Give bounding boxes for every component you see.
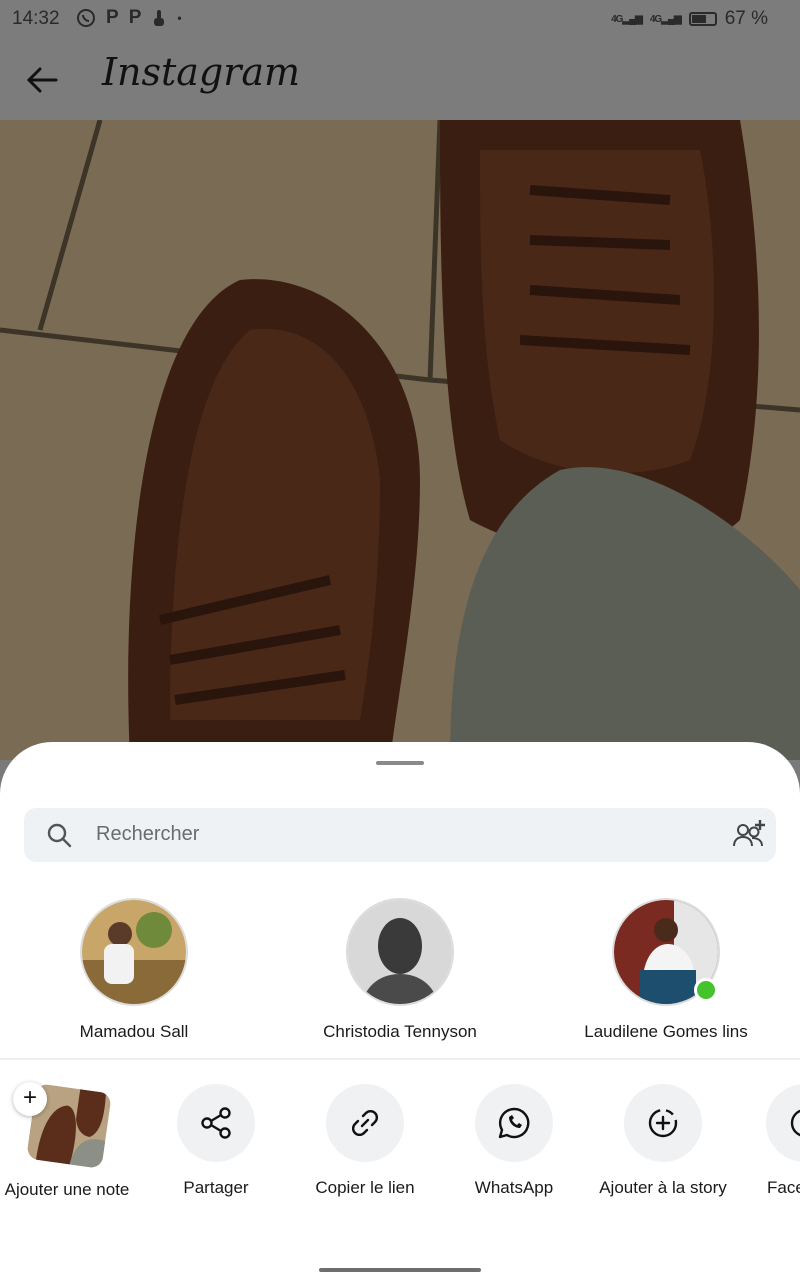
- add-to-story-button[interactable]: Ajouter à la story: [588, 1084, 738, 1198]
- plus-icon: +: [13, 1082, 47, 1116]
- search-icon: [47, 823, 72, 848]
- avatar: [612, 898, 720, 1006]
- app-header: Instagram: [0, 38, 800, 120]
- p-icon: P: [128, 7, 142, 28]
- action-label: Partager: [183, 1178, 249, 1197]
- action-label: Ajouter une note: [4, 1180, 130, 1199]
- whatsapp-icon: [498, 1107, 530, 1139]
- contact-item[interactable]: Christodia Tennyson: [300, 898, 500, 1058]
- share-sheet: Rechercher Mamadou Sall Christodia Tenny…: [0, 742, 800, 1280]
- share-icon: [201, 1107, 231, 1139]
- add-note-button[interactable]: + Ajouter une note: [0, 1082, 142, 1200]
- signal-icon: 4G▂▄▆: [611, 13, 643, 25]
- search-placeholder: Rechercher: [96, 823, 200, 845]
- action-label: Ajouter à la story: [599, 1178, 727, 1197]
- status-bar: 14:32 P P • 4G▂▄▆ 4G▂▄▆ 67 %: [0, 0, 800, 38]
- add-people-icon[interactable]: [730, 816, 768, 854]
- signal-icon: 4G▂▄▆: [649, 13, 682, 25]
- contact-item[interactable]: Laudilene Gomes lins: [566, 898, 766, 1058]
- contact-item[interactable]: Mamadou Sall: [34, 898, 234, 1058]
- whatsapp-button[interactable]: WhatsApp: [439, 1084, 589, 1198]
- action-label: Copier le lien: [315, 1178, 415, 1197]
- online-indicator: [694, 978, 718, 1002]
- share-button[interactable]: Partager: [141, 1084, 291, 1198]
- touch-icon: [154, 10, 165, 26]
- post-image: [0, 120, 800, 760]
- dot-icon: •: [177, 11, 182, 25]
- notification-icons: P P •: [76, 7, 182, 29]
- battery-icon: [688, 12, 717, 26]
- instagram-logo: Instagram: [102, 50, 301, 94]
- gesture-nav-bar[interactable]: [319, 1268, 481, 1272]
- status-right: 4G▂▄▆ 4G▂▄▆ 67 %: [611, 8, 768, 30]
- whatsapp-icon: [77, 9, 95, 27]
- facebook-button[interactable]: Face: [730, 1084, 800, 1198]
- contact-name: Laudilene Gomes lins: [584, 1022, 748, 1041]
- back-arrow-icon[interactable]: [22, 60, 62, 100]
- contact-name: Mamadou Sall: [79, 1022, 189, 1041]
- action-label: Face: [767, 1178, 800, 1197]
- avatar: [80, 898, 188, 1006]
- status-time: 14:32: [12, 8, 60, 29]
- p-icon: P: [106, 7, 119, 28]
- drag-handle[interactable]: [376, 761, 424, 765]
- search-field[interactable]: Rechercher: [24, 808, 776, 862]
- facebook-icon: [790, 1109, 800, 1137]
- battery-percent: 67 %: [724, 8, 768, 29]
- add-story-icon: [648, 1108, 678, 1138]
- link-icon: [352, 1110, 378, 1136]
- copy-link-button[interactable]: Copier le lien: [290, 1084, 440, 1198]
- avatar: [346, 898, 454, 1006]
- divider: [0, 1058, 800, 1060]
- note-thumbnail: +: [13, 1082, 112, 1169]
- action-label: WhatsApp: [474, 1178, 554, 1197]
- contact-name: Christodia Tennyson: [323, 1022, 477, 1041]
